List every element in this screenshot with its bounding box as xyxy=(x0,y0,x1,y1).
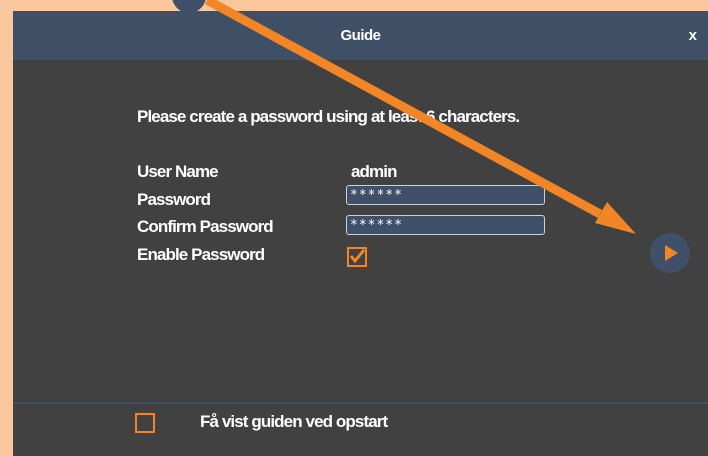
next-button[interactable] xyxy=(650,233,690,273)
dialog-title: Guide xyxy=(340,27,381,44)
guide-dialog: Guide x Please create a password using a… xyxy=(13,11,708,456)
password-label: Password xyxy=(137,190,211,209)
close-button[interactable]: x xyxy=(689,11,697,60)
play-triangle-icon xyxy=(665,245,678,261)
password-field[interactable] xyxy=(346,185,545,205)
user-name-value: admin xyxy=(351,162,397,181)
instruction-text: Please create a password using at least … xyxy=(137,107,520,126)
footer-divider xyxy=(13,402,708,404)
enable-password-label: Enable Password xyxy=(137,245,265,264)
confirm-password-field[interactable] xyxy=(346,215,545,235)
enable-password-checkbox[interactable] xyxy=(347,247,367,267)
show-guide-on-startup-checkbox[interactable] xyxy=(135,413,155,433)
title-bar: Guide x xyxy=(13,11,708,60)
show-guide-on-startup-label: Få vist guiden ved opstart xyxy=(200,412,388,431)
confirm-password-label: Confirm Password xyxy=(137,217,274,236)
checkmark-icon xyxy=(349,249,365,264)
user-name-label: User Name xyxy=(137,162,219,181)
